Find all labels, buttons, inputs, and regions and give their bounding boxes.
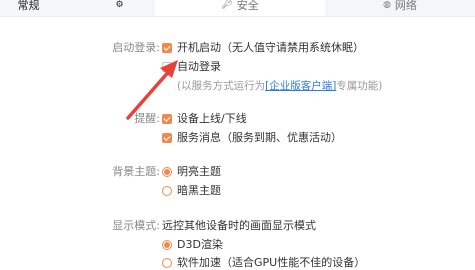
d3d-radio[interactable] [162, 240, 172, 250]
dark-theme-option[interactable]: 暗黑主题 [162, 184, 221, 198]
software-accel-label: 软件加速（适合GPU性能不佳的设备） [177, 256, 366, 269]
tab-network[interactable]: ◍ 网络 [325, 0, 475, 16]
dark-theme-label: 暗黑主题 [177, 184, 221, 197]
boot-start-label: 开机启动（无人值守请禁用系统休眠） [177, 41, 364, 54]
auto-login-option[interactable]: 自动登录 [162, 60, 221, 74]
arrow-shaft [126, 67, 173, 120]
startup-label: 启动登录: [112, 41, 160, 54]
globe-icon: ◍ [383, 0, 391, 10]
light-theme-radio[interactable] [162, 167, 172, 177]
d3d-option[interactable]: D3D渲染 [162, 238, 223, 252]
software-accel-option[interactable]: 软件加速（适合GPU性能不佳的设备） [162, 256, 365, 270]
boot-start-option[interactable]: 开机启动（无人值守请禁用系统休眠） [162, 41, 364, 55]
key-icon: 🔑︎ [221, 0, 233, 10]
auto-login-checkbox[interactable] [162, 62, 172, 72]
device-online-checkbox[interactable] [162, 114, 172, 124]
light-theme-label: 明亮主题 [177, 165, 221, 178]
software-accel-radio[interactable] [162, 258, 172, 268]
tab-security-label: 安全 [236, 0, 259, 12]
tab-network-label: 网络 [394, 0, 417, 12]
display-description: 远控其他设备时的画面显示模式 [162, 219, 316, 232]
tab-bar: ⚙ 常规 🔑︎ 安全 ◍ 网络 [0, 0, 475, 16]
note-suffix: 专属功能) [336, 80, 383, 92]
enterprise-client-link[interactable]: [企业版客户端] [265, 80, 336, 92]
note-prefix: (以服务方式运行为 [177, 80, 266, 92]
tab-divider [0, 16, 475, 17]
service-message-option[interactable]: 服务消息（服务到期、优惠活动） [162, 131, 342, 145]
dark-theme-radio[interactable] [162, 186, 172, 196]
service-message-checkbox[interactable] [162, 133, 172, 143]
tab-security[interactable]: 🔑︎ 安全 [155, 0, 325, 16]
light-theme-option[interactable]: 明亮主题 [162, 165, 221, 179]
auto-login-label: 自动登录 [177, 60, 221, 73]
tab-general[interactable]: ⚙ 常规 [0, 0, 155, 16]
service-message-label: 服务消息（服务到期、优惠活动） [177, 131, 342, 144]
remind-label: 提醒: [134, 112, 160, 125]
device-online-option[interactable]: 设备上线/下线 [162, 112, 247, 126]
theme-label: 背景主题: [112, 165, 160, 178]
tab-general-label: 常规 [17, 0, 40, 12]
d3d-label: D3D渲染 [177, 238, 223, 251]
device-online-label: 设备上线/下线 [177, 112, 247, 125]
gear-icon: ⚙ [115, 0, 124, 10]
display-label: 显示模式: [112, 219, 160, 232]
boot-start-checkbox[interactable] [162, 43, 172, 53]
auto-login-note: (以服务方式运行为[企业版客户端]专属功能) [177, 79, 382, 93]
